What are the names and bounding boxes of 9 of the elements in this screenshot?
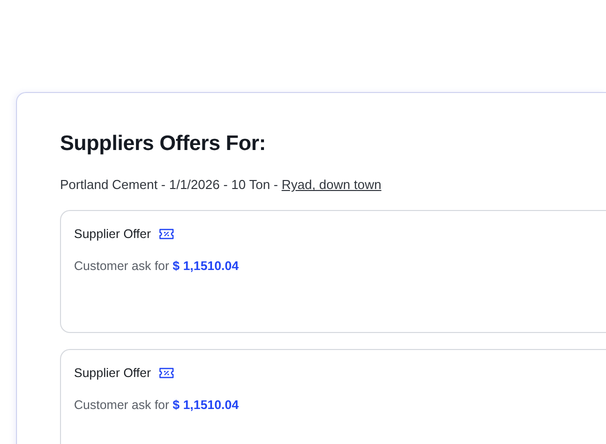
ticket-icon [158,367,174,380]
page-title: Suppliers Offers For: [60,131,267,156]
request-details: Portland Cement - 1/1/2026 - 10 Ton - [60,177,279,192]
customer-ask-text: Customer ask for $ 1,1510.04 [74,258,240,276]
ticket-icon [158,228,174,240]
offer-title: Supplier Offer [74,226,151,243]
customer-ask-text: Customer ask for $ 1,1510.04 [74,397,240,414]
offer-title: Supplier Offer [74,364,151,382]
location-link[interactable]: Ryad, down town [282,177,382,192]
